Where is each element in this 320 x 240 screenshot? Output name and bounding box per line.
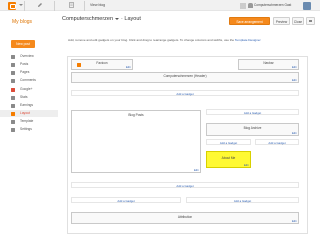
user-name[interactable]: Computerschmerzen Gast: [254, 3, 291, 7]
blog-posts-gadget[interactable]: Blog Posts Edit: [71, 110, 201, 173]
sidebar-item-label: Template: [20, 119, 34, 123]
top-bar: View blog Computerschmerzen Gast: [0, 0, 320, 11]
comments-icon: [11, 78, 15, 83]
gadget-title: Favicon: [96, 61, 108, 65]
sidebar-item-label: Google+: [20, 87, 33, 91]
sidebar-item-earnings[interactable]: Earnings: [0, 102, 58, 109]
avatar[interactable]: [303, 2, 311, 10]
toolbar-divider: [54, 1, 55, 11]
sidebar-item-layout[interactable]: Layout: [0, 110, 58, 117]
close-button[interactable]: Close: [292, 17, 304, 25]
new-post-button[interactable]: New post: [11, 40, 35, 48]
sidebar-item-label: Stats: [20, 95, 28, 99]
gadget-title: Navbar: [263, 61, 274, 65]
edit-link[interactable]: Edit: [244, 164, 248, 167]
blog-archive-gadget[interactable]: Blog Archive Edit: [206, 123, 299, 136]
sidebar-item-template[interactable]: Template: [0, 118, 58, 125]
sidebar-item-label: Comments: [20, 78, 36, 82]
sidebar-item-label: Posts: [20, 62, 29, 66]
layout-icon: [11, 111, 15, 116]
instructions-text: Add, remove and edit gadgets on your blo…: [68, 38, 235, 42]
gadget-title: Blog Archive: [243, 125, 262, 130]
attribution-gadget[interactable]: Attribution Edit: [71, 212, 299, 224]
blogger-logo-icon[interactable]: [8, 2, 16, 10]
overview-icon: [11, 54, 15, 59]
gadget-title: Blog Posts: [128, 113, 144, 117]
posts-icon: [11, 62, 15, 67]
sidebar-item-comments[interactable]: Comments: [0, 77, 58, 84]
edit-link[interactable]: Edit: [292, 132, 296, 135]
header-gadget[interactable]: Computerschmerzen (Header) Edit: [71, 72, 299, 83]
template-designer-link[interactable]: Template Designer: [235, 38, 261, 42]
chevron-down-icon[interactable]: [115, 17, 120, 20]
add-gadget-link[interactable]: Add a Gadget: [206, 139, 251, 145]
earnings-icon: [11, 103, 15, 108]
sidebar-item-pages[interactable]: Pages: [0, 69, 58, 76]
settings-icon: [11, 127, 15, 132]
document-icon[interactable]: [67, 2, 75, 9]
view-blog-link[interactable]: View blog: [90, 3, 105, 7]
apps-grid-icon[interactable]: [240, 3, 246, 9]
about-me-gadget[interactable]: About Me Edit: [206, 151, 251, 168]
layout-instructions: Add, remove and edit gadgets on your blo…: [68, 38, 308, 42]
edit-link[interactable]: Edit: [292, 220, 296, 223]
google-plus-icon: [11, 87, 15, 92]
template-icon: [11, 119, 15, 124]
preview-button[interactable]: Preview: [273, 17, 290, 25]
stats-icon: [11, 95, 15, 100]
blog-name[interactable]: Computerschmerzen: [62, 16, 113, 22]
edit-link[interactable]: Edit: [292, 66, 296, 69]
sidebar-item-overview[interactable]: Overview: [0, 53, 58, 60]
add-gadget-link[interactable]: Add a Gadget: [71, 197, 181, 203]
gadget-title: Attribution: [177, 215, 193, 219]
sidebar-item-stats[interactable]: Stats: [0, 94, 58, 101]
add-gadget-link[interactable]: Add a Gadget: [206, 109, 299, 115]
toolbar-divider: [24, 1, 25, 11]
sidebar-item-label: Overview: [20, 54, 34, 58]
breadcrumb-separator: ·: [121, 16, 123, 22]
pages-icon: [11, 70, 15, 75]
add-gadget-link[interactable]: Add a Gadget: [186, 197, 299, 203]
gadget-title: Computerschmerzen (Header): [163, 74, 207, 78]
notifications-icon[interactable]: [248, 3, 253, 8]
sidebar-item-label: Earnings: [20, 103, 34, 107]
toolbar-divider: [84, 1, 85, 11]
sidebar-item-label: Pages: [20, 70, 30, 74]
pencil-icon[interactable]: [36, 2, 44, 9]
favicon-gadget[interactable]: Favicon Edit: [71, 59, 133, 70]
my-blogs-link[interactable]: My blogs: [12, 19, 32, 25]
sidebar-item-settings[interactable]: Settings: [0, 126, 58, 133]
sidebar-item-label: Layout: [20, 111, 30, 115]
add-gadget-link[interactable]: Add a Gadget: [71, 182, 299, 188]
page-title: Computerschmerzen · Layout: [62, 16, 141, 22]
help-dropdown-button[interactable]: [306, 17, 315, 25]
edit-link[interactable]: Edit: [194, 169, 198, 172]
navbar-gadget[interactable]: Navbar Edit: [238, 59, 299, 70]
edit-link[interactable]: Edit: [292, 79, 296, 82]
sidebar-item-google-plus[interactable]: Google+: [0, 86, 58, 93]
edit-link[interactable]: Edit: [126, 66, 130, 69]
sidebar-item-posts[interactable]: Posts: [0, 61, 58, 68]
gadget-title: About Me: [221, 156, 236, 160]
blogger-menu-chevron-down-icon[interactable]: [18, 2, 23, 9]
save-arrangement-button[interactable]: Save arrangement: [229, 17, 270, 25]
sidebar-item-label: Settings: [20, 127, 32, 131]
page-name: Layout: [124, 16, 141, 22]
add-gadget-link[interactable]: Add a Gadget: [255, 139, 299, 145]
add-gadget-link[interactable]: Add a Gadget: [71, 90, 299, 96]
